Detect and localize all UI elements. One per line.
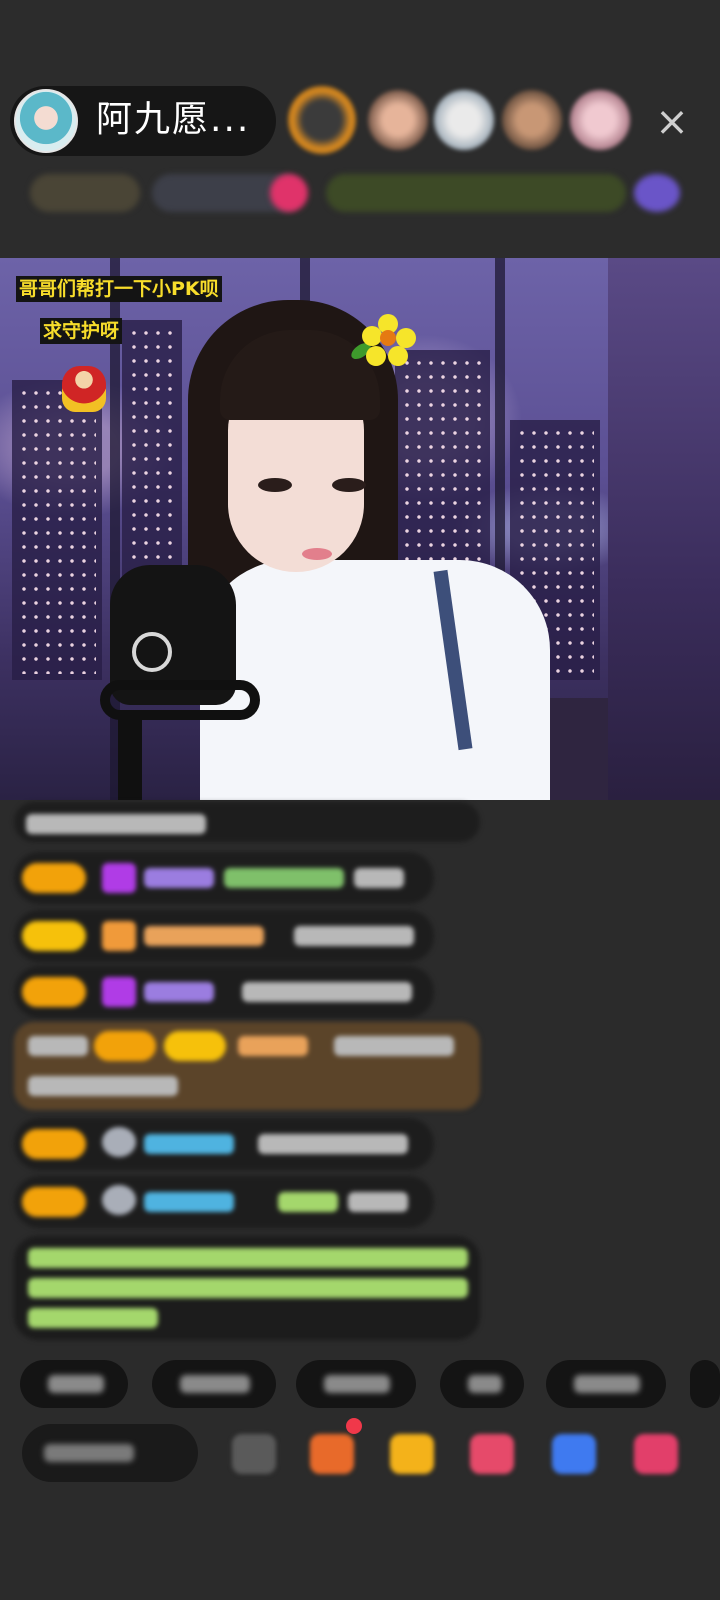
flower-petal — [362, 326, 382, 346]
chat-text — [28, 1076, 178, 1096]
chat-text — [348, 1192, 408, 1212]
chat-username — [144, 1134, 234, 1154]
chat-message[interactable] — [14, 910, 434, 962]
city-building — [12, 380, 102, 680]
system-notice — [14, 1236, 480, 1340]
shop-icon[interactable] — [390, 1434, 434, 1474]
more-icon[interactable] — [634, 1434, 678, 1474]
chat-message[interactable] — [14, 1118, 434, 1170]
live-badge-icon[interactable] — [270, 174, 308, 212]
pk-banner-line2: 求守护呀 — [40, 318, 123, 344]
notification-dot — [346, 1418, 362, 1434]
chat-username — [144, 868, 214, 888]
live-room-header: 阿九愿... × — [0, 0, 720, 260]
notice-text — [28, 1278, 468, 1298]
highlighted-chat-message[interactable] — [14, 1022, 480, 1110]
chat-text — [28, 1036, 88, 1056]
host-avatar[interactable] — [14, 89, 78, 153]
gem-icon — [102, 977, 136, 1007]
microphone-arm — [100, 680, 260, 720]
host-info-pill[interactable]: 阿九愿... — [10, 86, 276, 156]
chat-text — [354, 868, 404, 888]
chat-text — [242, 982, 412, 1002]
activity-chip[interactable] — [326, 174, 626, 212]
gift-icon[interactable] — [310, 1434, 354, 1474]
heart-icon[interactable] — [470, 1434, 514, 1474]
chat-text — [258, 1134, 408, 1154]
quick-reply-button[interactable] — [296, 1360, 416, 1408]
close-icon[interactable]: × — [648, 98, 696, 146]
chat-message[interactable] — [14, 1176, 434, 1228]
activity-icon[interactable] — [634, 174, 680, 212]
emoji-icon[interactable] — [232, 1434, 276, 1474]
gem-icon — [102, 921, 136, 951]
user-avatar — [102, 1185, 136, 1215]
level-badge — [22, 921, 86, 951]
gem-icon — [102, 863, 136, 893]
microphone-logo-icon — [132, 632, 172, 672]
chat-username — [144, 982, 214, 1002]
pk-banner-line1: 哥哥们帮打一下小PK呗 — [16, 276, 222, 302]
quick-reply-button[interactable] — [690, 1360, 720, 1408]
lucky-god-icon[interactable] — [62, 366, 106, 412]
microphone-stand — [118, 716, 142, 800]
chat-message[interactable] — [14, 852, 434, 904]
chat-message[interactable] — [14, 966, 434, 1018]
flower-center — [380, 330, 396, 346]
chat-input[interactable] — [22, 1424, 198, 1482]
flower-petal — [396, 328, 416, 348]
rank-chip[interactable] — [30, 174, 140, 212]
viewer-avatar[interactable] — [502, 90, 562, 150]
streamer-eye — [332, 478, 366, 492]
host-name[interactable]: 阿九愿... — [96, 98, 250, 142]
chat-text — [26, 814, 206, 834]
level-badge — [22, 977, 86, 1007]
level-badge — [94, 1031, 156, 1061]
quick-reply-button[interactable] — [20, 1360, 128, 1408]
chat-text — [224, 868, 344, 888]
level-badge — [22, 1187, 86, 1217]
level-badge — [22, 863, 86, 893]
chat-text — [294, 926, 414, 946]
room-info-row — [14, 170, 694, 216]
flower-petal — [366, 346, 386, 366]
notice-text — [28, 1308, 158, 1328]
quick-reply-button[interactable] — [440, 1360, 524, 1408]
flower-petal — [388, 346, 408, 366]
viewer-avatar[interactable] — [434, 90, 494, 150]
chat-username — [144, 926, 264, 946]
streamer-eye — [258, 478, 292, 492]
chat-username — [144, 1192, 234, 1212]
streamer-lips — [302, 548, 332, 560]
quick-reply-button[interactable] — [152, 1360, 276, 1408]
chat-text — [278, 1192, 338, 1212]
streamer-shirt — [200, 560, 550, 800]
chat-message[interactable] — [14, 802, 480, 842]
game-icon[interactable] — [552, 1434, 596, 1474]
video-side-strip — [608, 258, 720, 800]
chat-text — [334, 1036, 454, 1056]
viewer-avatar[interactable] — [288, 86, 356, 154]
level-badge — [164, 1031, 226, 1061]
viewer-avatar[interactable] — [368, 90, 428, 150]
level-badge — [22, 1129, 86, 1159]
quick-reply-button[interactable] — [546, 1360, 666, 1408]
chat-username — [238, 1036, 308, 1056]
viewer-avatar[interactable] — [570, 90, 630, 150]
notice-text — [28, 1248, 468, 1268]
user-avatar — [102, 1127, 136, 1157]
